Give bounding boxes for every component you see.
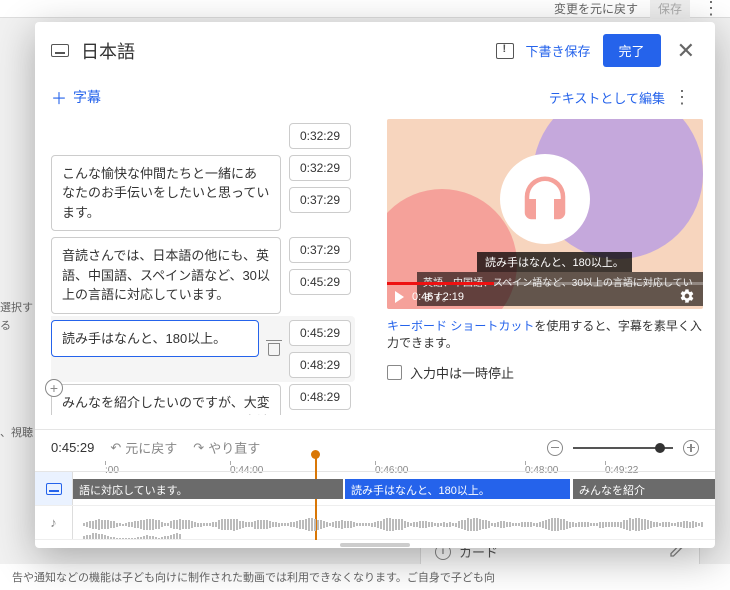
- page-top-bar: 変更を元に戻す 保存 ⋮: [0, 0, 730, 18]
- video-caption-overlay: 読み手はなんと、180以上。: [477, 252, 632, 272]
- shortcut-hint: キーボード ショートカットを使用すると、字幕を素早く入力できます。: [387, 317, 703, 351]
- caption-editor-dialog: 日本語 下書き保存 完了 ✕ ＋ 字幕 テキストとして編集 ⋮ やっほー、ロボッ…: [35, 22, 715, 548]
- scroll-handle[interactable]: [35, 542, 715, 548]
- caption-list-column: やっほー、ロボットです。0:29:290:32:29こんな愉快な仲間たちと一緒に…: [35, 119, 375, 429]
- end-time-input[interactable]: 0:45:29: [289, 269, 351, 295]
- more-options-icon[interactable]: ⋮: [665, 87, 699, 108]
- headphones-icon: [500, 154, 590, 244]
- caption-times: 0:32:29: [289, 123, 351, 149]
- timeline-tracks: 語に対応しています。読み手はなんと、180以上。みんなを紹介 ♪: [35, 471, 715, 540]
- done-button[interactable]: 完了: [603, 34, 661, 67]
- plus-icon: ＋: [51, 85, 67, 109]
- current-time-display: 0:45:29: [51, 440, 94, 455]
- caption-text-input[interactable]: みんなを紹介したいのですが、大変なことになっちゃうので、ぜひ音読さん: [51, 384, 281, 416]
- timeline-toolbar: 0:45:29 ↶ 元に戻す ↷ やり直す: [35, 429, 715, 465]
- end-time-input[interactable]: 0:48:29: [289, 352, 351, 378]
- preview-column: 読み手はなんと、180以上。 英語、中国語、スペイン語など、30以上の言語に対応…: [375, 119, 715, 429]
- video-controls: 0:46 / 2:19: [387, 285, 703, 309]
- dialog-header: 日本語 下書き保存 完了 ✕: [35, 22, 715, 79]
- close-icon[interactable]: ✕: [673, 38, 699, 64]
- caption-row[interactable]: 0:32:29: [51, 123, 351, 149]
- caption-text-input[interactable]: こんな愉快な仲間たちと一緒にあなたのお手伝いをしたいと思っています。: [51, 155, 281, 232]
- caption-times: 0:48:29: [289, 384, 351, 410]
- timeline-caption-segment[interactable]: みんなを紹介: [573, 479, 715, 499]
- add-caption-button[interactable]: ＋ 字幕: [51, 85, 101, 109]
- settings-icon[interactable]: [679, 288, 695, 307]
- pause-label: 入力中は一時停止: [410, 363, 514, 382]
- editor-toolbar: ＋ 字幕 テキストとして編集 ⋮: [35, 79, 715, 119]
- add-caption-inline-icon[interactable]: +: [45, 379, 63, 397]
- edit-as-text-button[interactable]: テキストとして編集: [549, 88, 665, 107]
- caption-row[interactable]: 音読さんでは、日本語の他にも、英語、中国語、スペイン語など、30以上の言語に対応…: [51, 237, 351, 314]
- timeline-caption-segment[interactable]: 読み手はなんと、180以上。: [345, 479, 570, 499]
- zoom-slider[interactable]: [573, 447, 673, 449]
- pause-while-typing-row: 入力中は一時停止: [387, 363, 703, 382]
- start-time-input[interactable]: 0:37:29: [289, 237, 351, 263]
- caption-row[interactable]: こんな愉快な仲間たちと一緒にあなたのお手伝いをしたいと思っています。0:32:2…: [51, 155, 351, 232]
- caption-times: 0:32:29 0:37:29: [289, 155, 351, 213]
- zoom-in-icon[interactable]: [683, 440, 699, 456]
- delete-caption-icon[interactable]: [267, 340, 281, 356]
- audio-track[interactable]: ♪: [35, 506, 715, 540]
- captions-icon: [51, 44, 69, 57]
- end-time-input[interactable]: 0:37:29: [289, 187, 351, 213]
- start-time-input[interactable]: 0:48:29: [289, 384, 351, 410]
- video-preview[interactable]: 読み手はなんと、180以上。 英語、中国語、スペイン語など、30以上の言語に対応…: [387, 119, 703, 309]
- zoom-out-icon[interactable]: [547, 440, 563, 456]
- play-icon[interactable]: [395, 291, 404, 303]
- zoom-controls: [547, 440, 699, 456]
- save-button-disabled: 保存: [650, 0, 690, 19]
- caption-list[interactable]: やっほー、ロボットです。0:29:290:32:29こんな愉快な仲間たちと一緒に…: [51, 119, 375, 415]
- save-draft-button[interactable]: 下書き保存: [526, 41, 591, 60]
- caption-times: 0:45:29 0:48:29: [289, 320, 351, 378]
- feedback-icon[interactable]: [496, 43, 514, 59]
- caption-track-icon: [35, 472, 73, 505]
- caption-text-input[interactable]: 読み手はなんと、180以上。: [51, 320, 259, 358]
- undo-button[interactable]: ↶ 元に戻す: [110, 438, 177, 457]
- pause-checkbox[interactable]: [387, 365, 402, 380]
- revert-changes[interactable]: 変更を元に戻す: [554, 0, 638, 17]
- backdrop-left-text: 選択する 、視聴: [0, 300, 40, 443]
- video-time: 0:46 / 2:19: [412, 291, 464, 303]
- start-time-input[interactable]: 0:45:29: [289, 320, 351, 346]
- timeline-caption-segment[interactable]: 語に対応しています。: [73, 479, 343, 499]
- dialog-title: 日本語: [81, 38, 135, 64]
- start-time-input[interactable]: 0:32:29: [289, 123, 351, 149]
- caption-row[interactable]: みんなを紹介したいのですが、大変なことになっちゃうので、ぜひ音読さん 0:48:2…: [51, 384, 351, 416]
- caption-track[interactable]: 語に対応しています。読み手はなんと、180以上。みんなを紹介: [35, 472, 715, 506]
- keyboard-shortcuts-link[interactable]: キーボード ショートカット: [387, 319, 534, 333]
- redo-button[interactable]: ↷ やり直す: [193, 438, 260, 457]
- caption-text-input[interactable]: 音読さんでは、日本語の他にも、英語、中国語、スペイン語など、30以上の言語に対応…: [51, 237, 281, 314]
- caption-row[interactable]: 読み手はなんと、180以上。 0:45:29 0:48:29: [51, 316, 355, 382]
- caption-times: 0:37:29 0:45:29: [289, 237, 351, 295]
- audio-track-icon: ♪: [35, 506, 73, 539]
- more-menu[interactable]: ⋮: [702, 0, 720, 19]
- backdrop-bottom-text: 告や通知などの機能は子ども向けに制作された動画では利用できなくなります。ご自身で…: [0, 564, 730, 590]
- start-time-input[interactable]: 0:32:29: [289, 155, 351, 181]
